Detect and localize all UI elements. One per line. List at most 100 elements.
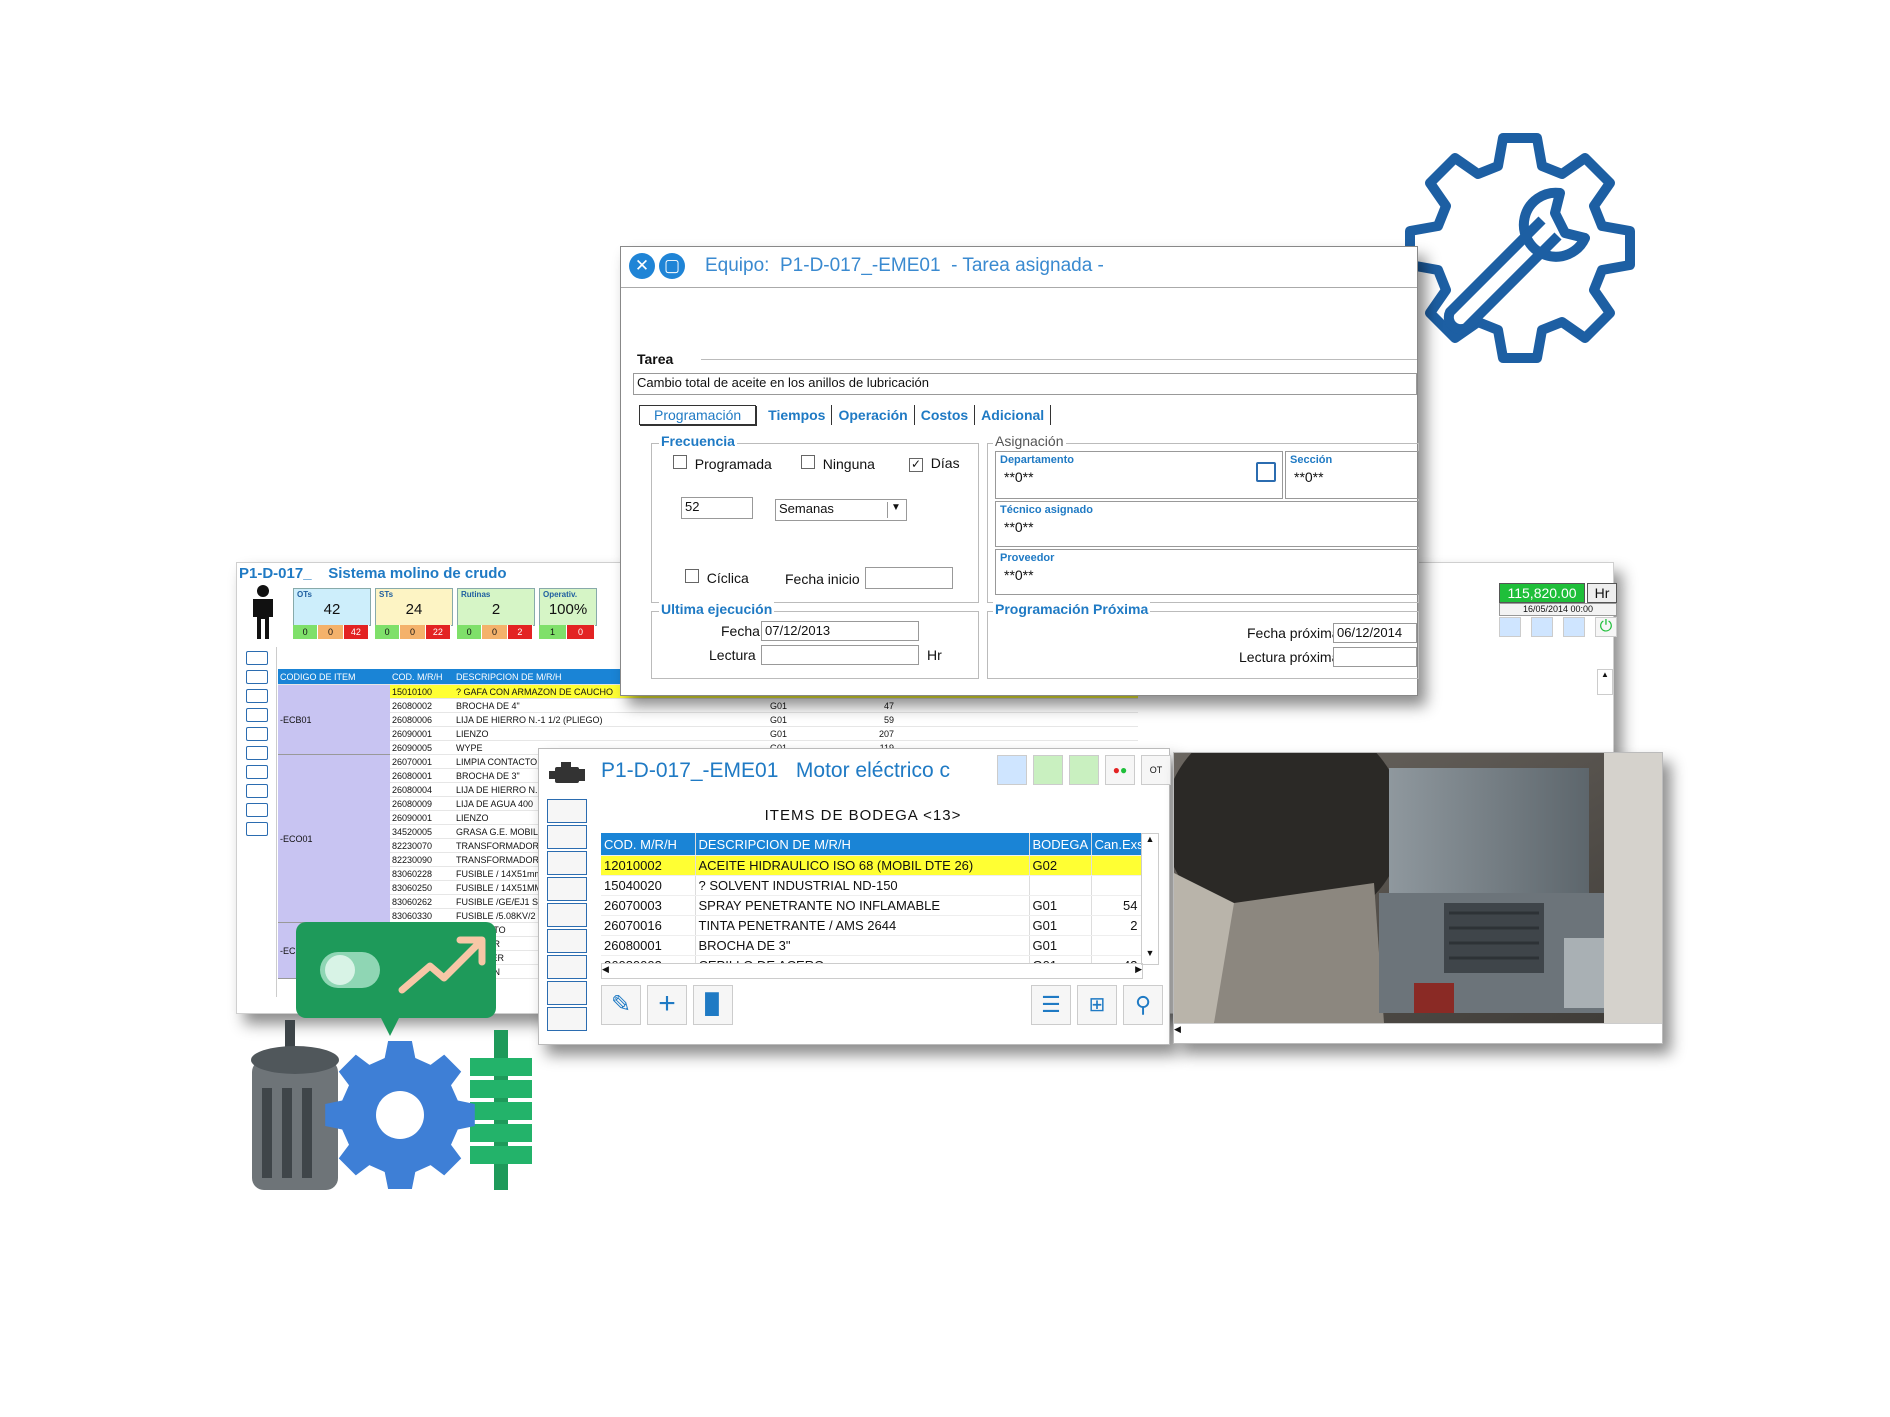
list-icon[interactable]	[547, 825, 587, 849]
delete-button[interactable]: ▉	[693, 985, 733, 1025]
tab-adicional[interactable]: Adicional	[975, 405, 1052, 425]
col-cod[interactable]: COD. M/R/H	[601, 833, 696, 856]
table-row[interactable]: 15040020? SOLVENT INDUSTRIAL ND-150	[601, 875, 1141, 896]
table-row[interactable]: 26090001 LIENZO G01 207	[278, 726, 1138, 741]
report-icon[interactable]	[997, 755, 1027, 785]
cell-cod: 34520005	[390, 824, 454, 839]
tools-icon[interactable]	[547, 851, 587, 875]
group-cell[interactable]: -ECO01	[278, 754, 390, 923]
table-row[interactable]: 26070016 TINTA PENETRANTE / AMS 2644 G01 2	[601, 915, 1141, 936]
status-lights-icon[interactable]: ●●	[1105, 755, 1135, 785]
calendar-plus-icon[interactable]	[1033, 755, 1063, 785]
task-list-icon[interactable]	[246, 746, 268, 760]
routine-icon[interactable]	[547, 877, 587, 901]
tab-programacion[interactable]: Programación	[639, 405, 757, 425]
programada-checkbox[interactable]: Programada	[673, 455, 772, 472]
edit-button[interactable]: ✎	[601, 985, 641, 1025]
calendar-icon[interactable]	[246, 822, 268, 836]
list-view-icon: ☰	[1041, 992, 1061, 1017]
work-order-icon[interactable]	[246, 765, 268, 779]
task-icon[interactable]	[547, 903, 587, 927]
table-row[interactable]: 26070003 SPRAY PENETRANTE NO INFLAMABLE G0…	[601, 895, 1141, 916]
col-codigo[interactable]: CODIGO DE ITEM	[278, 669, 390, 685]
document-icon[interactable]	[547, 1007, 587, 1031]
table-row[interactable]: 12010002 ACEITE HIDRAULICO ISO 68 (MOBIL …	[601, 855, 1141, 876]
gear-wrench-icon	[1405, 133, 1635, 363]
search-button[interactable]: ⚲	[1123, 985, 1163, 1025]
col-cod[interactable]: COD. M/R/H	[390, 669, 454, 685]
table-horizontal-scrollbar[interactable]: ◀ ▶	[601, 963, 1143, 979]
close-button[interactable]: ✕	[629, 253, 655, 279]
ultima-fecha-input[interactable]: 07/12/2013	[761, 621, 919, 641]
fecha-inicio-input[interactable]	[865, 567, 953, 589]
ninguna-checkbox[interactable]: Ninguna	[801, 455, 875, 472]
calendar-edit-icon[interactable]	[1069, 755, 1099, 785]
cell-desc: CEPILLO DE ACERO	[695, 955, 1030, 963]
lectura-proxima-input[interactable]	[1333, 647, 1417, 667]
departamento-field[interactable]: Departamento **0**	[995, 451, 1283, 499]
tab-tiempos[interactable]: Tiempos	[756, 405, 833, 425]
task-list-icon[interactable]	[547, 929, 587, 953]
search-list-icon[interactable]	[1256, 462, 1276, 482]
work-order-icon[interactable]: OT	[1141, 755, 1171, 785]
proveedor-field[interactable]: Proveedor **0**	[995, 549, 1419, 595]
table-row[interactable]: 26080003CEPILLO DE ACEROG0143	[601, 955, 1141, 963]
list-view-button[interactable]: ☰	[1031, 985, 1071, 1025]
work-order-icon[interactable]	[547, 955, 587, 979]
tab-costos[interactable]: Costos	[915, 405, 976, 425]
cell-cod: 26090001	[390, 726, 454, 741]
tools-icon[interactable]	[246, 689, 268, 703]
cell-cod: 83060262	[390, 894, 454, 909]
pencil-icon: ✎	[610, 991, 632, 1018]
calendar-plus-icon[interactable]	[1531, 617, 1553, 637]
table-vertical-scrollbar[interactable]: ▲ ▼	[1141, 833, 1159, 965]
cell-qty: 47	[832, 698, 896, 713]
task-icon[interactable]	[246, 727, 268, 741]
tree-icon: ⊞	[1088, 994, 1106, 1016]
frecuencia-value-input[interactable]: 52	[681, 497, 753, 519]
cell-desc: ? SOLVENT INDUSTRIAL ND-150	[695, 875, 1030, 896]
add-button[interactable]: +	[647, 985, 687, 1025]
ultima-lectura-input[interactable]	[761, 645, 919, 665]
chart-icon[interactable]	[246, 651, 268, 665]
tecnico-field[interactable]: Técnico asignado **0**	[995, 501, 1419, 547]
kpi-rutinas[interactable]: Rutinas 2	[457, 588, 535, 626]
dias-checkbox[interactable]: ✓ Días	[909, 455, 960, 472]
cell-desc: ACEITE HIDRAULICO ISO 68 (MOBIL DTE 26)	[695, 855, 1030, 876]
document-icon[interactable]	[246, 803, 268, 817]
box-icon[interactable]	[547, 981, 587, 1005]
list-icon[interactable]	[246, 670, 268, 684]
tree-view-button[interactable]: ⊞	[1077, 985, 1117, 1025]
routine-icon[interactable]	[246, 708, 268, 722]
cell-desc: LIJA DE HIERRO N.-1 1/2 (PLIEGO)	[454, 712, 768, 727]
tab-operacion[interactable]: Operación	[832, 405, 915, 425]
asignacion-title: Asignación	[993, 433, 1066, 449]
factory-icon[interactable]	[547, 799, 587, 823]
cell-desc: BROCHA DE 4"	[454, 698, 768, 713]
table-row[interactable]: 26080006 LIJA DE HIERRO N.-1 1/2 (PLIEGO)…	[278, 712, 1138, 727]
calendar-edit-icon[interactable]	[1563, 617, 1585, 637]
frecuencia-unit-select[interactable]: Semanas ▼	[775, 499, 907, 521]
col-desc[interactable]: DESCRIPCION DE M/R/H	[695, 833, 1030, 856]
group-cell[interactable]: -ECB01	[278, 684, 390, 755]
vertical-scrollbar[interactable]: ▲	[1597, 669, 1613, 695]
engine-icon	[549, 762, 585, 783]
report-icon[interactable]	[1499, 617, 1521, 637]
table-row[interactable]: 26080001 BROCHA DE 3" G01	[601, 935, 1141, 956]
maximize-button[interactable]: ▢	[659, 253, 685, 279]
table-row[interactable]: 26080002 BROCHA DE 4" G01 47	[278, 698, 1138, 713]
kpi-operativ[interactable]: Operativ. 100%	[539, 588, 597, 626]
programacion-proxima-title: Programación Próxima	[993, 601, 1151, 617]
kpi-sts[interactable]: STs 24	[375, 588, 453, 626]
power-icon[interactable]: ⏻	[1595, 617, 1617, 637]
col-bodega[interactable]: BODEGA	[1029, 833, 1092, 856]
fecha-proxima-input[interactable]: 06/12/2014	[1333, 623, 1417, 643]
box-icon[interactable]	[246, 784, 268, 798]
ciclica-checkbox[interactable]: Cíclica	[685, 569, 749, 586]
cell-bod: G02	[1029, 855, 1092, 876]
seccion-field[interactable]: Sección **0**	[1285, 451, 1419, 499]
col-cantidad[interactable]: Can.Exst	[1091, 833, 1141, 856]
photo-scrollbar[interactable]: ◀	[1174, 1023, 1662, 1042]
tarea-input[interactable]: Cambio total de aceite en los anillos de…	[633, 373, 1417, 395]
kpi-ots[interactable]: OTs 42	[293, 588, 371, 626]
